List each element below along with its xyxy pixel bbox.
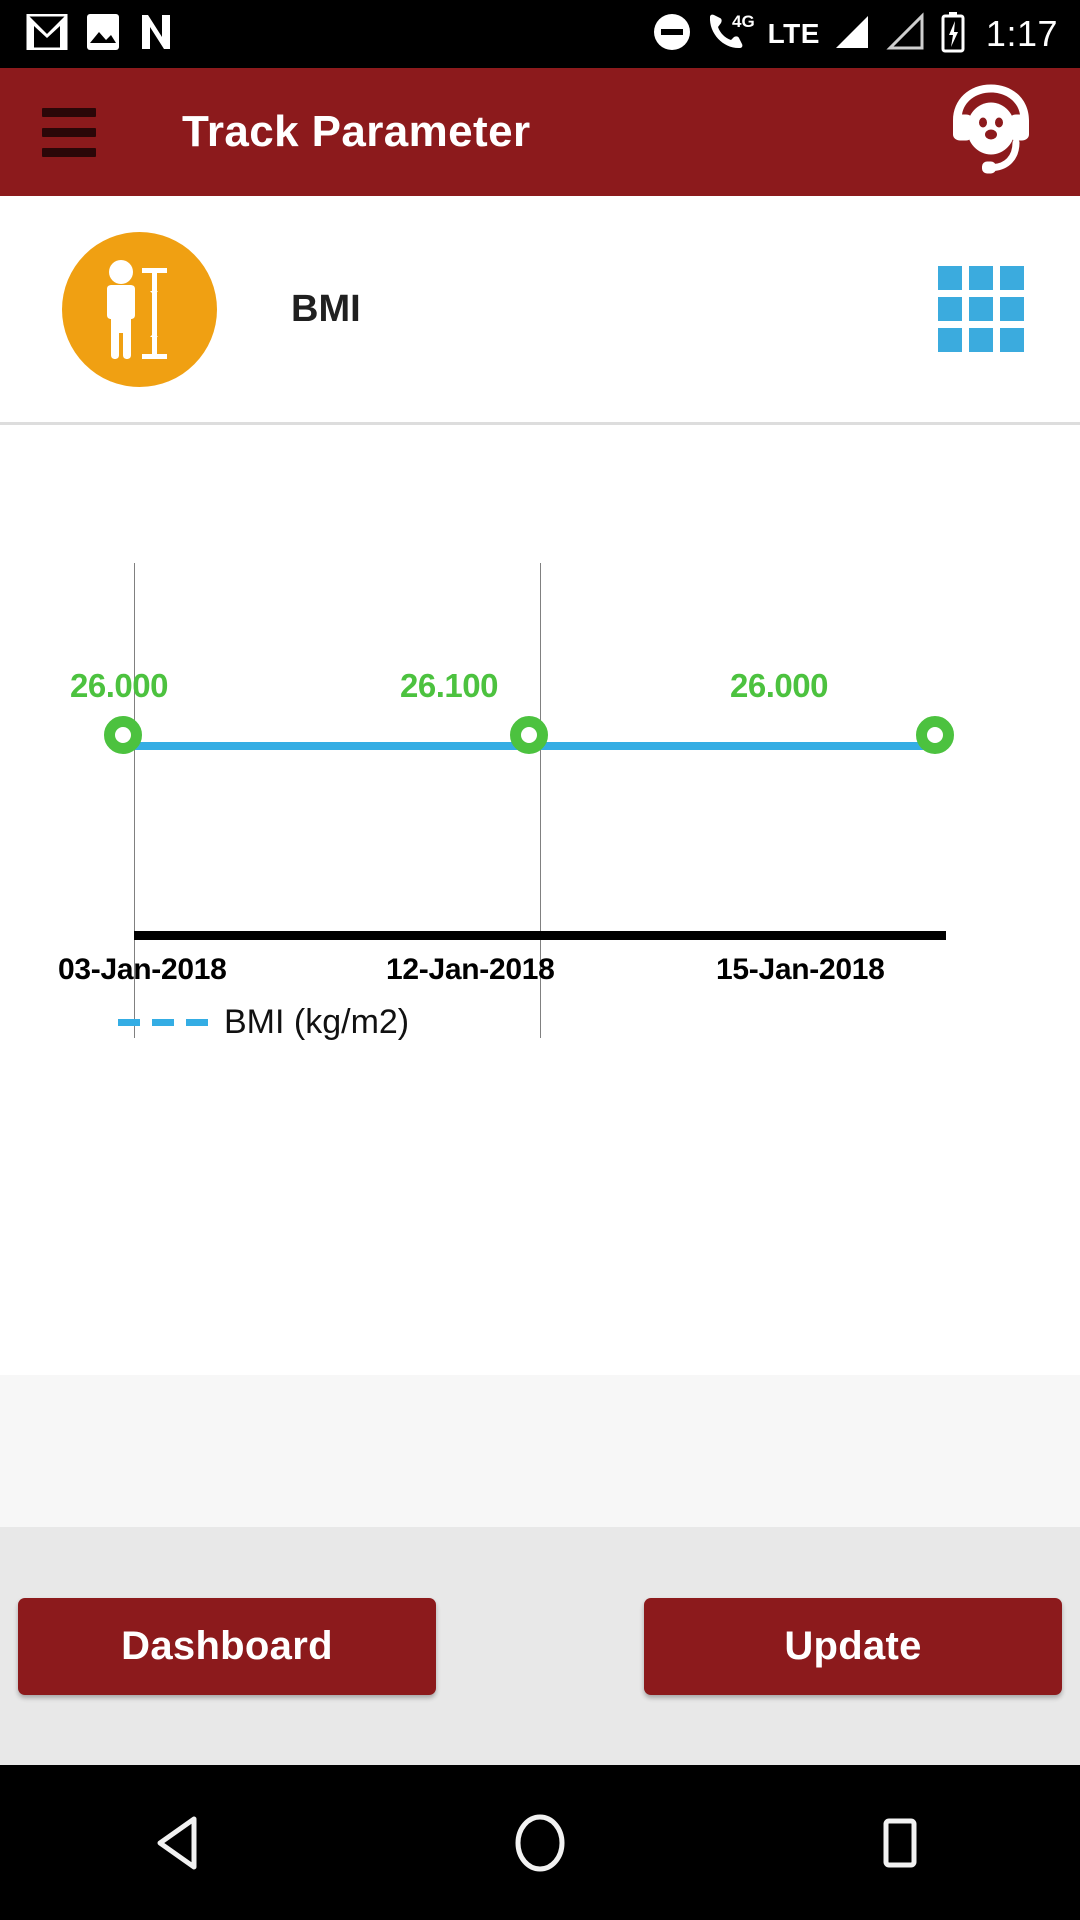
recents-square-icon[interactable] — [820, 1765, 980, 1920]
legend-label: BMI (kg/m2) — [224, 1003, 410, 1041]
parameter-name: BMI — [291, 287, 361, 330]
chart-legend: BMI (kg/m2) — [118, 1003, 409, 1042]
battery-icon — [940, 11, 966, 58]
lte-label: LTE — [767, 18, 820, 49]
data-point-label: 26.000 — [730, 667, 828, 704]
grid-cell — [969, 266, 993, 290]
status-bar-notifications — [26, 13, 174, 56]
signal-icon-2 — [886, 11, 928, 57]
update-button[interactable]: Update — [644, 1597, 1062, 1695]
grid-view-icon[interactable] — [938, 266, 1024, 352]
home-circle-icon[interactable] — [460, 1765, 620, 1920]
x-axis-line — [134, 931, 946, 940]
legend-dash-segment — [186, 1019, 208, 1026]
hamburger-bar-1 — [42, 107, 96, 117]
status-bar: 4G LTE 1:17 — [0, 0, 1080, 68]
grid-cell — [1000, 328, 1024, 352]
chart-plot-area: 26.000 26.100 26.000 03-Jan-2018 12-Jan-… — [0, 425, 1080, 1375]
data-point-marker[interactable] — [104, 716, 142, 754]
grid-cell — [969, 297, 993, 321]
hamburger-bar-3 — [42, 147, 96, 157]
chart-container: 26.000 26.100 26.000 03-Jan-2018 12-Jan-… — [0, 425, 1080, 1375]
status-bar-system: 4G LTE 1:17 — [652, 11, 1058, 58]
data-point-label: 26.100 — [400, 667, 498, 704]
body-height-measure-icon — [62, 231, 217, 387]
legend-dash-segment — [152, 1019, 174, 1026]
data-point-marker[interactable] — [916, 716, 954, 754]
x-axis-tick-label: 12-Jan-2018 — [386, 953, 555, 986]
signal-icon-1 — [832, 12, 874, 57]
do-not-disturb-icon — [652, 12, 692, 57]
gmail-icon — [26, 13, 68, 55]
phone-4g-icon: 4G — [704, 11, 756, 58]
hamburger-icon[interactable] — [42, 107, 96, 157]
app-screen: 4G LTE 1:17 Track Parameter BMI 26.000 2… — [0, 0, 1080, 1920]
x-axis-tick-label: 15-Jan-2018 — [716, 953, 885, 986]
svg-text:4G: 4G — [732, 12, 755, 31]
grid-cell — [1000, 266, 1024, 290]
netflix-icon — [138, 13, 174, 56]
grid-cell — [938, 328, 962, 352]
headset-support-icon[interactable] — [938, 79, 1044, 186]
grid-cell — [969, 328, 993, 352]
grid-cell — [938, 297, 962, 321]
footer-action-bar: Dashboard Update — [0, 1527, 1080, 1765]
grid-cell — [1000, 297, 1024, 321]
page-title: Track Parameter — [182, 107, 531, 156]
legend-dash-segment — [118, 1019, 140, 1026]
photos-icon — [86, 13, 120, 56]
legend-dash-icon — [118, 1019, 208, 1026]
hamburger-bar-2 — [42, 127, 96, 137]
data-point-marker[interactable] — [510, 716, 548, 754]
app-bar: Track Parameter — [0, 68, 1080, 196]
grid-cell — [938, 266, 962, 290]
status-bar-clock: 1:17 — [985, 13, 1058, 54]
x-axis-tick-label: 03-Jan-2018 — [58, 953, 227, 986]
android-navigation-bar — [0, 1765, 1080, 1920]
parameter-header-card: BMI — [0, 196, 1080, 425]
back-triangle-icon[interactable] — [100, 1765, 260, 1920]
dashboard-button[interactable]: Dashboard — [18, 1597, 436, 1695]
data-point-label: 26.000 — [70, 667, 168, 704]
content-spacer — [0, 1375, 1080, 1527]
